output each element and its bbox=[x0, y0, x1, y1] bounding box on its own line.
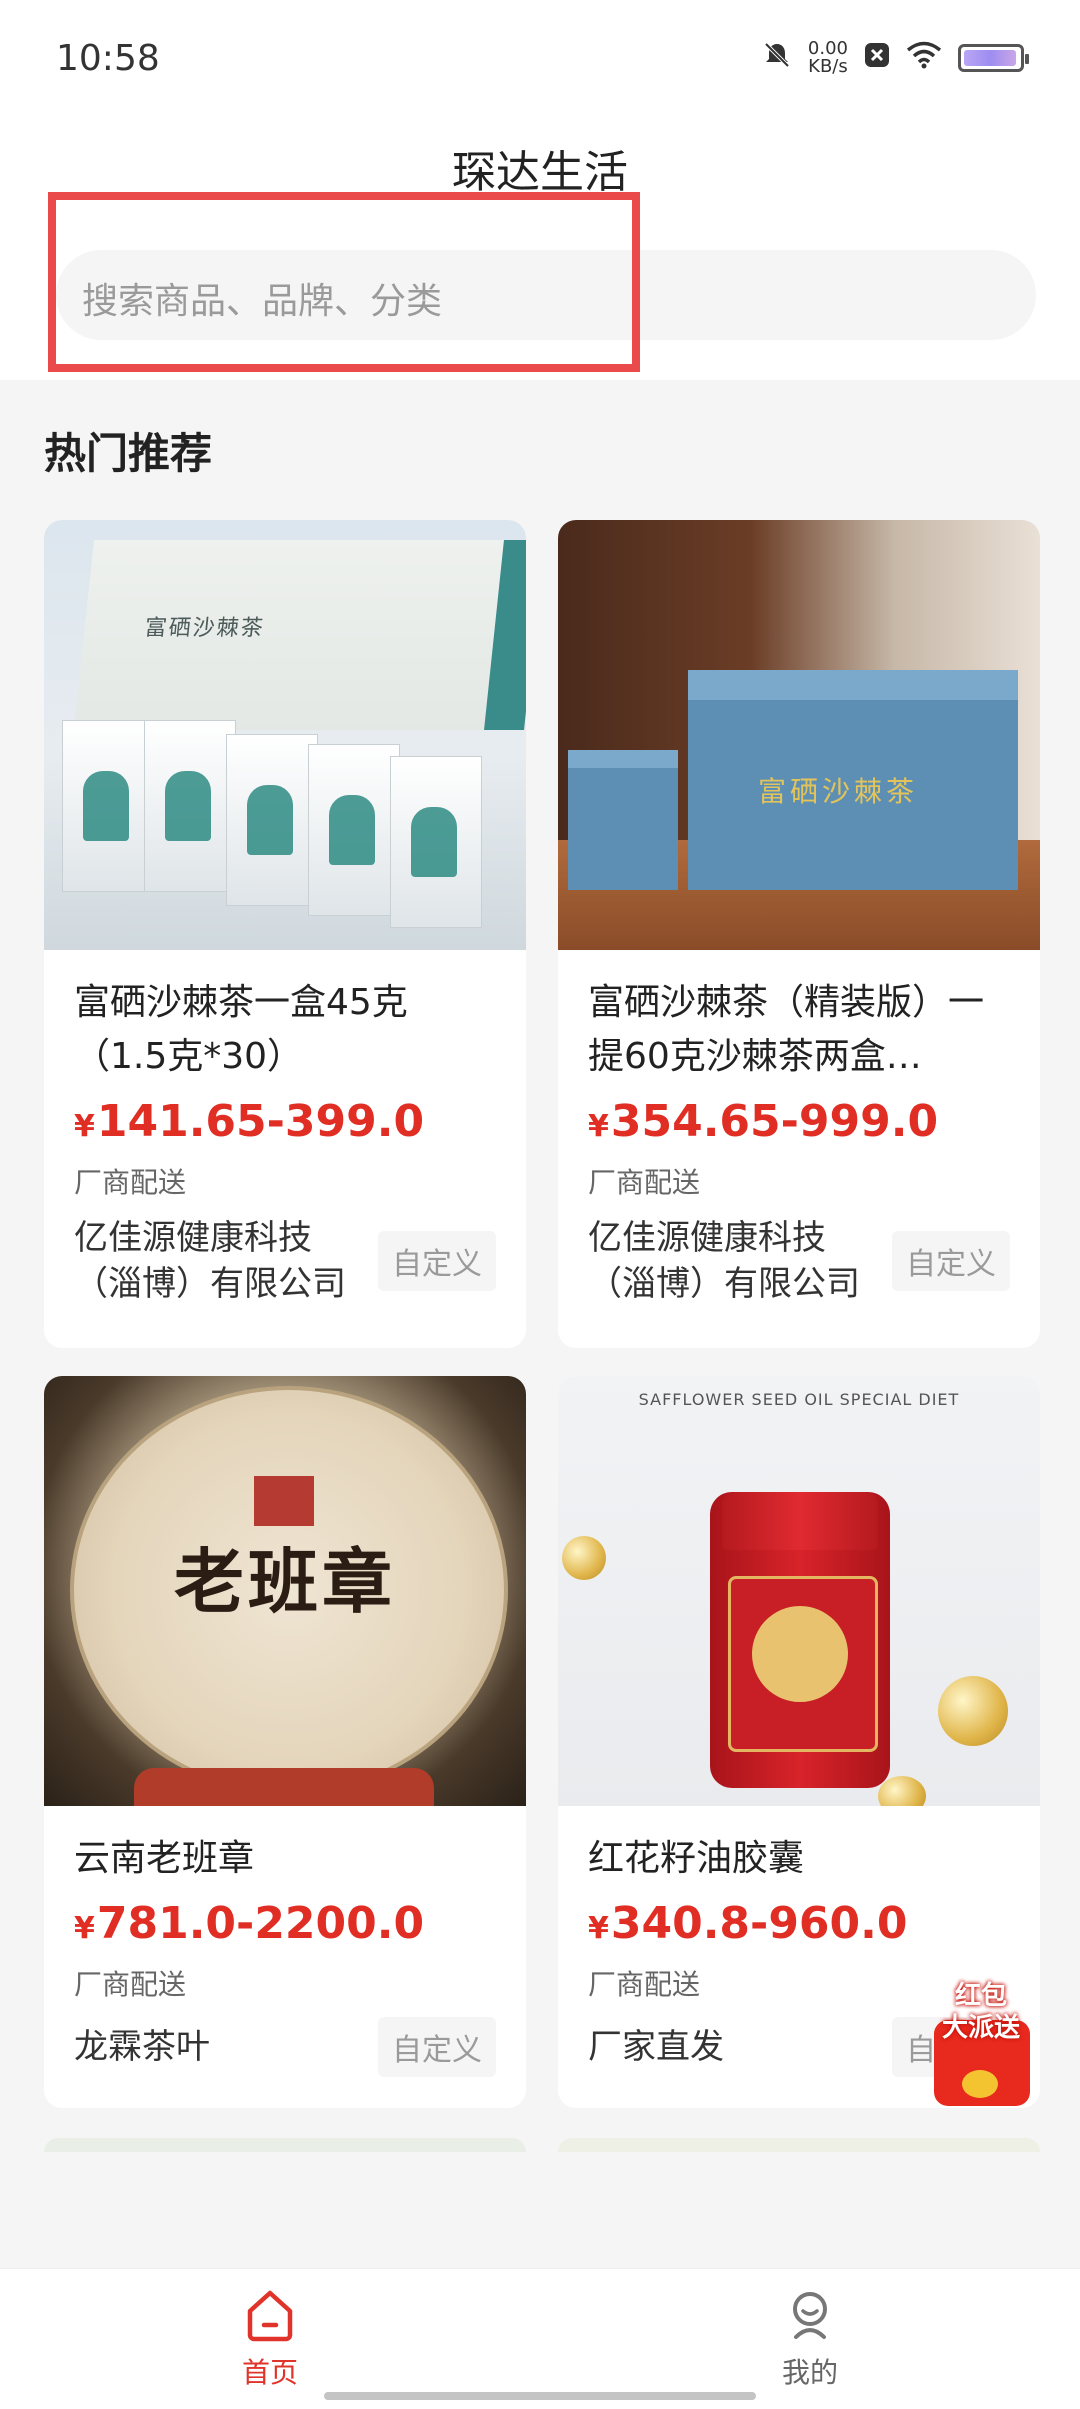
home-indicator bbox=[324, 2392, 756, 2400]
search-highlight-box bbox=[48, 192, 640, 372]
product-seller: 龙霖茶叶 bbox=[74, 2027, 210, 2067]
product-image: 富硒沙棘茶 bbox=[558, 520, 1040, 950]
product-card-peek bbox=[558, 2138, 1040, 2152]
product-tag: 自定义 bbox=[378, 1231, 496, 1291]
status-icons: 0.00 KB/s bbox=[762, 40, 1029, 76]
wifi-icon bbox=[906, 41, 942, 75]
profile-icon bbox=[782, 2292, 838, 2347]
product-image: 老班章 bbox=[44, 1376, 526, 1806]
product-image-caption: SAFFLOWER SEED OIL SPECIAL DIET bbox=[638, 1390, 960, 1409]
product-price: ¥354.65-999.0 bbox=[588, 1096, 939, 1147]
nav-item-home[interactable]: 首页 bbox=[170, 2287, 370, 2391]
product-card[interactable]: 富硒沙棘茶 富硒沙棘茶（精装版）一提60克沙棘茶两盒… ¥354.65-999.… bbox=[558, 520, 1040, 1348]
section-title: 热门推荐 bbox=[44, 429, 213, 478]
product-seller: 亿佳源健康科技（淄博）有限公司 bbox=[588, 1218, 860, 1304]
product-info: 富硒沙棘茶（精装版）一提60克沙棘茶两盒… ¥354.65-999.0 厂商配送… bbox=[558, 950, 1040, 1331]
product-delivery: 厂商配送 bbox=[74, 1166, 187, 1199]
product-info: 云南老班章 ¥781.0-2200.0 厂商配送 龙霖茶叶 自定义 bbox=[44, 1806, 526, 2101]
net-speed-unit: KB/s bbox=[808, 56, 848, 77]
nav-item-me[interactable]: 我的 bbox=[710, 2287, 910, 2391]
home-icon bbox=[242, 2290, 298, 2347]
product-title: 富硒沙棘茶（精装版）一提60克沙棘茶两盒… bbox=[588, 982, 985, 1077]
product-seller: 亿佳源健康科技（淄博）有限公司 bbox=[74, 1218, 346, 1304]
nav-label-home: 首页 bbox=[241, 2356, 298, 2389]
product-price: ¥340.8-960.0 bbox=[588, 1898, 908, 1949]
product-image: SAFFLOWER SEED OIL SPECIAL DIET bbox=[558, 1376, 1040, 1806]
product-tag: 自定义 bbox=[892, 1231, 1010, 1291]
data-x-icon bbox=[864, 42, 890, 74]
battery-icon bbox=[958, 44, 1029, 72]
product-image-text: 老班章 bbox=[174, 1540, 396, 1623]
coin-icon bbox=[962, 2070, 998, 2098]
app-title: 琛达生活 bbox=[452, 147, 628, 198]
product-card[interactable]: 富硒沙棘茶 富硒沙棘茶一盒45克（1.5克*30） ¥141.65-399.0 … bbox=[44, 520, 526, 1348]
bottom-nav: 首页 我的 bbox=[0, 2268, 1080, 2409]
mute-bell-icon bbox=[762, 40, 792, 76]
status-time: 10:58 bbox=[56, 38, 160, 79]
product-tag: 自定义 bbox=[378, 2017, 496, 2077]
red-packet-label: 红包 大派送 bbox=[941, 1981, 1020, 2043]
status-bar: 10:58 0.00 KB/s bbox=[0, 0, 1080, 120]
product-info: 富硒沙棘茶一盒45克（1.5克*30） ¥141.65-399.0 厂商配送 亿… bbox=[44, 950, 526, 1331]
product-price: ¥781.0-2200.0 bbox=[74, 1898, 425, 1949]
product-price: ¥141.65-399.0 bbox=[74, 1096, 425, 1147]
product-image-text: 富硒沙棘茶 bbox=[143, 616, 267, 641]
product-title: 云南老班章 bbox=[74, 1838, 255, 1879]
nav-label-me: 我的 bbox=[781, 2356, 838, 2389]
product-title: 富硒沙棘茶一盒45克（1.5克*30） bbox=[74, 982, 408, 1077]
product-image-text: 富硒沙棘茶 bbox=[758, 775, 919, 808]
product-delivery: 厂商配送 bbox=[588, 1166, 701, 1199]
product-delivery: 厂商配送 bbox=[74, 1968, 187, 2001]
product-title: 红花籽油胶囊 bbox=[588, 1838, 805, 1879]
net-speed: 0.00 KB/s bbox=[808, 40, 848, 76]
red-packet-badge[interactable]: 红包 大派送 bbox=[920, 1980, 1042, 2110]
product-image: 富硒沙棘茶 bbox=[44, 520, 526, 950]
product-seller: 厂家直发 bbox=[588, 2027, 724, 2067]
product-card[interactable]: 老班章 云南老班章 ¥781.0-2200.0 厂商配送 龙霖茶叶 自定义 bbox=[44, 1376, 526, 2108]
product-card-peek bbox=[44, 2138, 526, 2152]
